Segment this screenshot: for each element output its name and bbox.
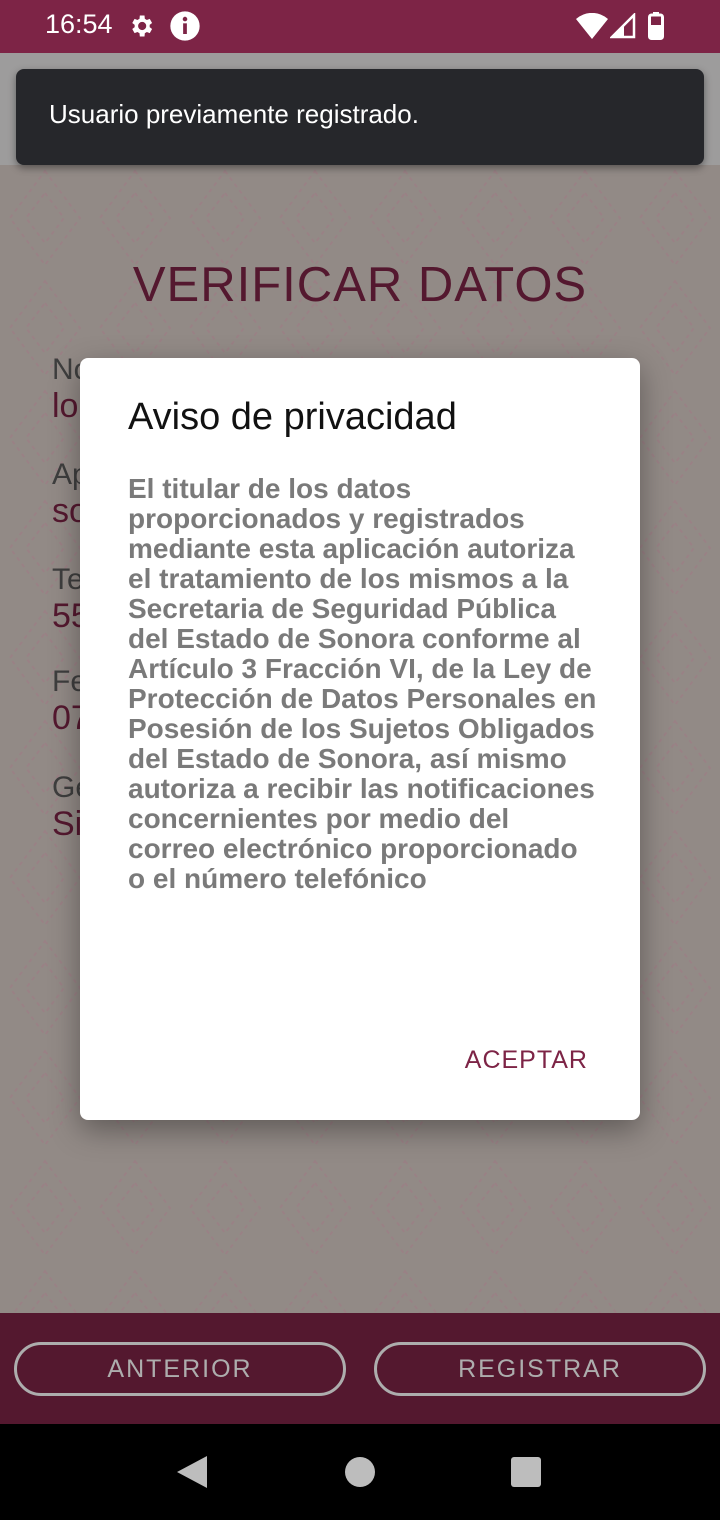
privacy-dialog: Aviso de privacidad El titular de los da… [80,358,640,1120]
recents-icon[interactable] [508,1452,542,1492]
dialog-title: Aviso de privacidad [128,396,457,438]
signal-icon [610,13,636,39]
snackbar: Usuario previamente registrado. [16,69,704,165]
wifi-icon [576,13,608,39]
status-bar: 16:54 [0,0,720,53]
snackbar-message: Usuario previamente registrado. [49,99,419,129]
back-icon[interactable] [173,1452,209,1492]
info-icon [170,11,200,41]
dialog-body[interactable]: El titular de los datos proporcionados y… [128,474,598,1008]
battery-icon [648,12,664,40]
accept-button[interactable]: ACEPTAR [465,1046,588,1075]
home-icon[interactable] [343,1452,377,1492]
navigation-bar [0,1424,720,1520]
status-time: 16:54 [45,9,113,39]
gear-icon [132,15,153,37]
